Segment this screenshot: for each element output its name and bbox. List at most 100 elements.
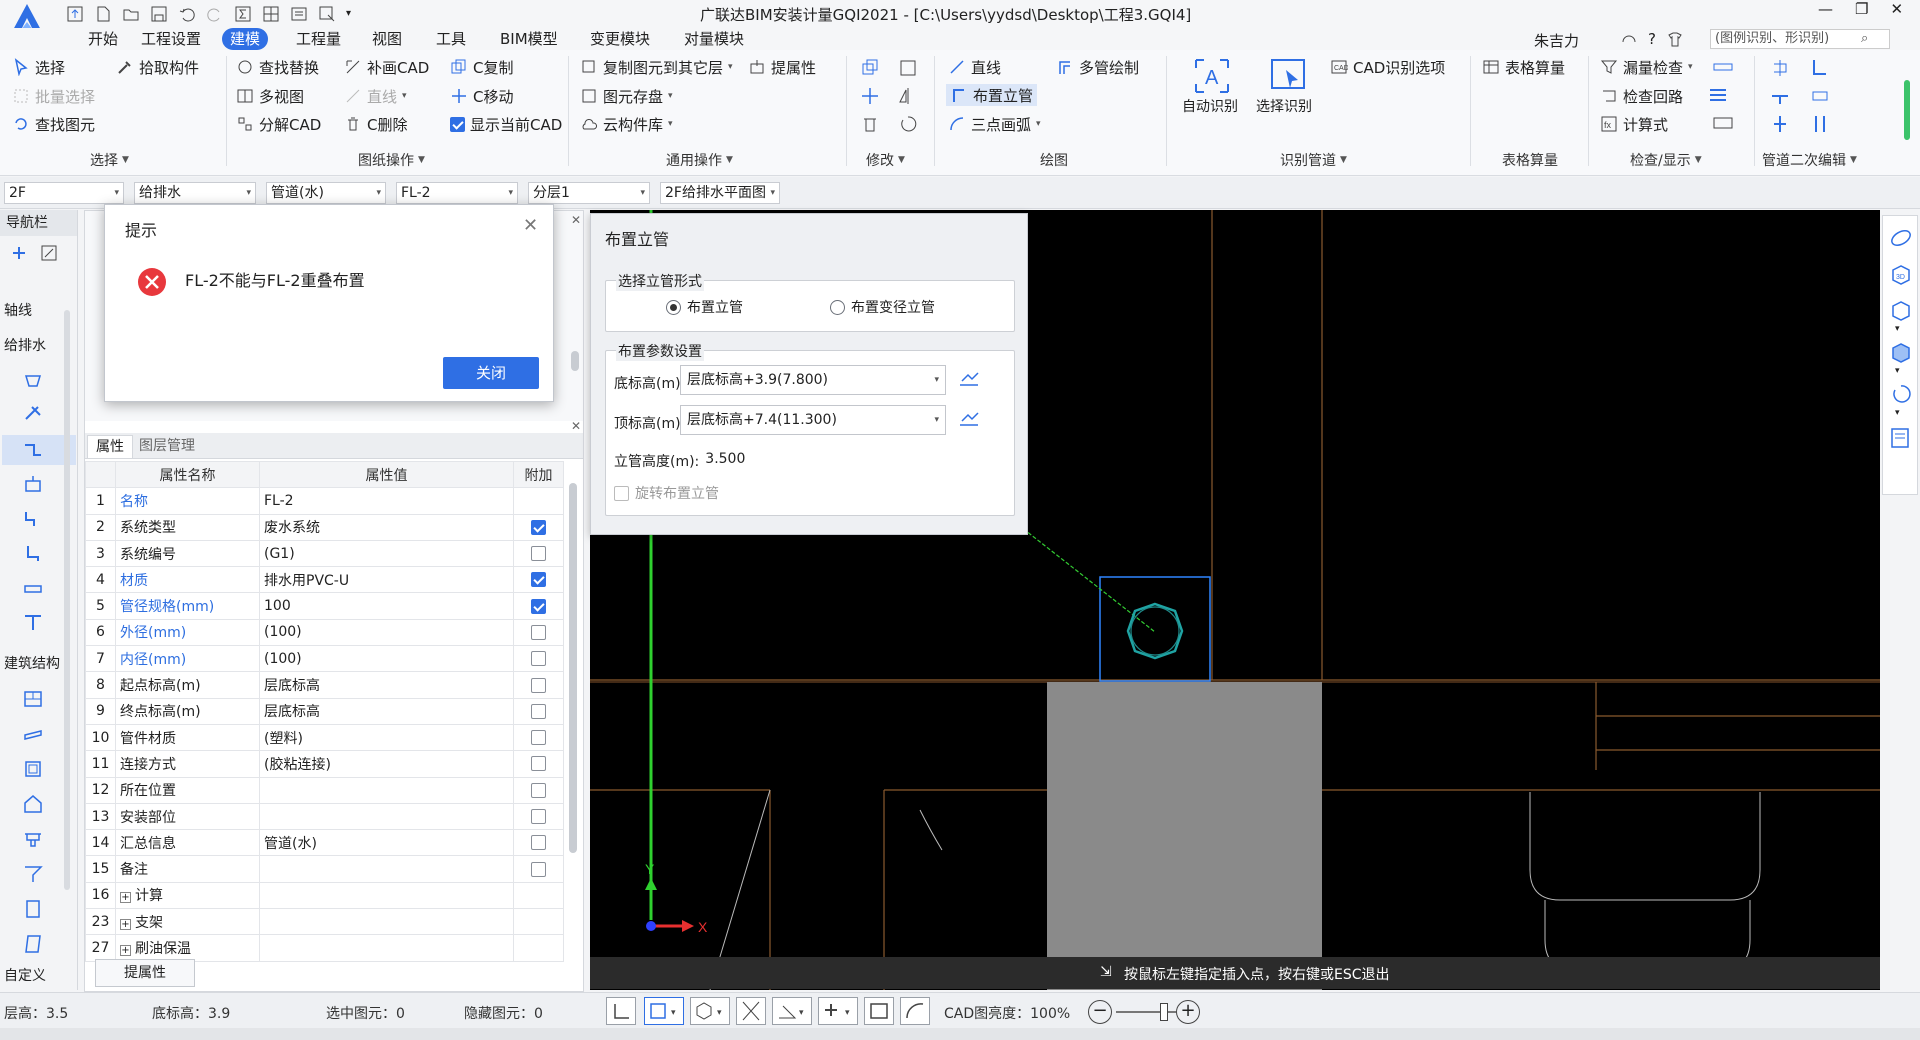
- sum-icon[interactable]: [234, 5, 252, 23]
- table-row[interactable]: 12 所在位置: [85, 776, 564, 804]
- mirror-tool-icon[interactable]: [898, 58, 918, 78]
- table-quantity-button[interactable]: 表格算量: [1482, 56, 1565, 78]
- pipe-icon[interactable]: [22, 439, 44, 461]
- attach-checkbox[interactable]: [531, 572, 546, 588]
- table-row[interactable]: 3 系统编号 (G1): [85, 539, 564, 568]
- pipe-edit-column-icon[interactable]: [1810, 114, 1830, 134]
- radio-variable-riser[interactable]: [830, 299, 845, 315]
- table-row[interactable]: 10 管件材质 (塑料): [85, 723, 564, 752]
- prop-value-cell[interactable]: 管道(水): [259, 829, 514, 857]
- prop-value-cell[interactable]: 废水系统: [259, 513, 514, 541]
- floor-select[interactable]: 2F ▾: [4, 182, 124, 204]
- nav-scrollbar[interactable]: [64, 310, 70, 890]
- export-icon[interactable]: [318, 5, 336, 23]
- attach-checkbox[interactable]: [531, 546, 546, 562]
- grid-icon[interactable]: [262, 5, 280, 23]
- pipe-edit-riser-icon[interactable]: [1770, 114, 1790, 134]
- cad-line-button[interactable]: 直线 ▾: [344, 85, 407, 107]
- restore-button[interactable]: ❐: [1855, 0, 1868, 18]
- attach-checkbox[interactable]: [531, 730, 546, 746]
- nav-section-axis[interactable]: 轴线: [4, 300, 32, 320]
- minimize-button[interactable]: —: [1818, 0, 1833, 18]
- rotate-view-icon[interactable]: [1889, 382, 1913, 406]
- cross-snap-button[interactable]: [736, 997, 766, 1025]
- open-folder-icon[interactable]: [122, 5, 140, 23]
- table-row[interactable]: 4 材质 排水用PVC-U: [85, 566, 564, 594]
- delete-tool-icon[interactable]: [860, 114, 880, 134]
- attach-checkbox[interactable]: [531, 677, 546, 693]
- pipe-edit-split-icon[interactable]: [1770, 58, 1790, 78]
- alert-close-button[interactable]: 关闭: [443, 357, 539, 389]
- pick-component-button[interactable]: 拾取构件: [116, 56, 199, 78]
- table-row[interactable]: 6 外径(mm) (100): [85, 618, 564, 647]
- c-copy-button[interactable]: C复制: [450, 56, 513, 78]
- discipline-select[interactable]: 给排水 ▾: [134, 182, 256, 204]
- attach-checkbox[interactable]: [531, 651, 546, 667]
- pipe-edit-tee-icon[interactable]: [1770, 86, 1790, 106]
- nav-section-water[interactable]: 给排水: [4, 335, 46, 355]
- props-scrollbar[interactable]: [569, 483, 577, 853]
- table-row[interactable]: 7 内径(mm) (100): [85, 645, 564, 673]
- support-icon[interactable]: [22, 612, 44, 634]
- redo-icon[interactable]: [206, 5, 224, 23]
- view-cube-dropdown-icon[interactable]: ▾: [1895, 324, 1900, 334]
- keyboard-icon[interactable]: [1712, 114, 1734, 132]
- prop-value-cell[interactable]: 层底标高: [259, 671, 514, 699]
- prop-value-cell[interactable]: [259, 881, 514, 910]
- attach-checkbox[interactable]: [531, 703, 546, 719]
- table-row[interactable]: 11 连接方式 (胶粘连接): [85, 750, 564, 778]
- supplement-cad-button[interactable]: 补画CAD: [344, 56, 429, 78]
- nav-section-structure[interactable]: 建筑结构: [4, 653, 60, 673]
- headset-icon[interactable]: [1620, 30, 1638, 48]
- tab-bim-model[interactable]: BIM模型: [492, 28, 566, 50]
- component-select[interactable]: FL-2 ▾: [396, 182, 518, 204]
- wall-icon[interactable]: [22, 688, 44, 710]
- cloud-library-button[interactable]: 云构件库 ▾: [580, 113, 673, 135]
- table-row[interactable]: 8 起点标高(m) 层底标高: [85, 671, 564, 699]
- draw-line-button[interactable]: 直线: [948, 56, 1001, 78]
- cad-recognize-options-button[interactable]: CAD CAD识别选项: [1330, 56, 1445, 78]
- c-move-button[interactable]: C移动: [450, 85, 513, 107]
- nav-section-custom[interactable]: 自定义: [4, 965, 46, 985]
- tab-view[interactable]: 视图: [364, 28, 410, 50]
- angle-snap-button[interactable]: ▾: [772, 997, 812, 1025]
- view-solid-dropdown-icon[interactable]: ▾: [1895, 366, 1900, 376]
- beam-icon[interactable]: [22, 723, 44, 745]
- expand-icon[interactable]: +: [120, 944, 131, 956]
- prop-value-cell[interactable]: 层底标高: [259, 697, 514, 725]
- props-close-icon[interactable]: ✕: [571, 419, 581, 433]
- customize-chevron-icon[interactable]: ▾: [346, 5, 351, 23]
- brightness-increase-button[interactable]: +: [1176, 1000, 1200, 1024]
- expand-icon[interactable]: +: [120, 918, 131, 930]
- table-row[interactable]: 13 安装部位: [85, 802, 564, 831]
- multi-view-button[interactable]: 多视图: [236, 85, 304, 107]
- multi-pipe-draw-button[interactable]: 多管绘制: [1056, 56, 1139, 78]
- display-list-icon[interactable]: [1708, 86, 1734, 104]
- option-variable-riser[interactable]: 布置变径立管: [830, 297, 935, 317]
- layer-display-button[interactable]: [864, 997, 894, 1025]
- component-type-select[interactable]: 管道(水) ▾: [266, 182, 386, 204]
- attach-checkbox[interactable]: [531, 519, 546, 535]
- slab-icon[interactable]: [22, 828, 44, 850]
- option-place-riser[interactable]: 布置立管: [666, 297, 743, 317]
- save-icon[interactable]: [150, 5, 168, 23]
- brightness-slider-thumb[interactable]: [1160, 1003, 1168, 1021]
- copy-to-layer-button[interactable]: 复制图元到其它层 ▾: [580, 56, 733, 78]
- table-row[interactable]: 16 + 计算: [85, 881, 564, 910]
- table-row[interactable]: 9 终点标高(m) 层底标高: [85, 697, 564, 725]
- table-row[interactable]: 2 系统类型 废水系统: [85, 513, 564, 541]
- attach-checkbox[interactable]: [531, 624, 546, 640]
- upload-icon[interactable]: [66, 5, 84, 23]
- prop-value-cell[interactable]: [259, 908, 514, 936]
- search-icon[interactable]: ⌕: [1861, 30, 1868, 48]
- tab-tools[interactable]: 工具: [428, 28, 474, 50]
- attach-checkbox[interactable]: [531, 756, 546, 772]
- prop-value-cell[interactable]: (塑料): [259, 723, 514, 752]
- prop-value-cell[interactable]: [259, 776, 514, 804]
- tab-modeling[interactable]: 建模: [222, 28, 269, 50]
- tab-layer-manager[interactable]: 图层管理: [131, 435, 203, 458]
- alert-close-icon[interactable]: ✕: [523, 215, 538, 236]
- formula-button[interactable]: fx 计算式: [1600, 113, 1668, 135]
- door-icon[interactable]: [22, 898, 44, 920]
- tab-properties[interactable]: 属性: [87, 435, 133, 458]
